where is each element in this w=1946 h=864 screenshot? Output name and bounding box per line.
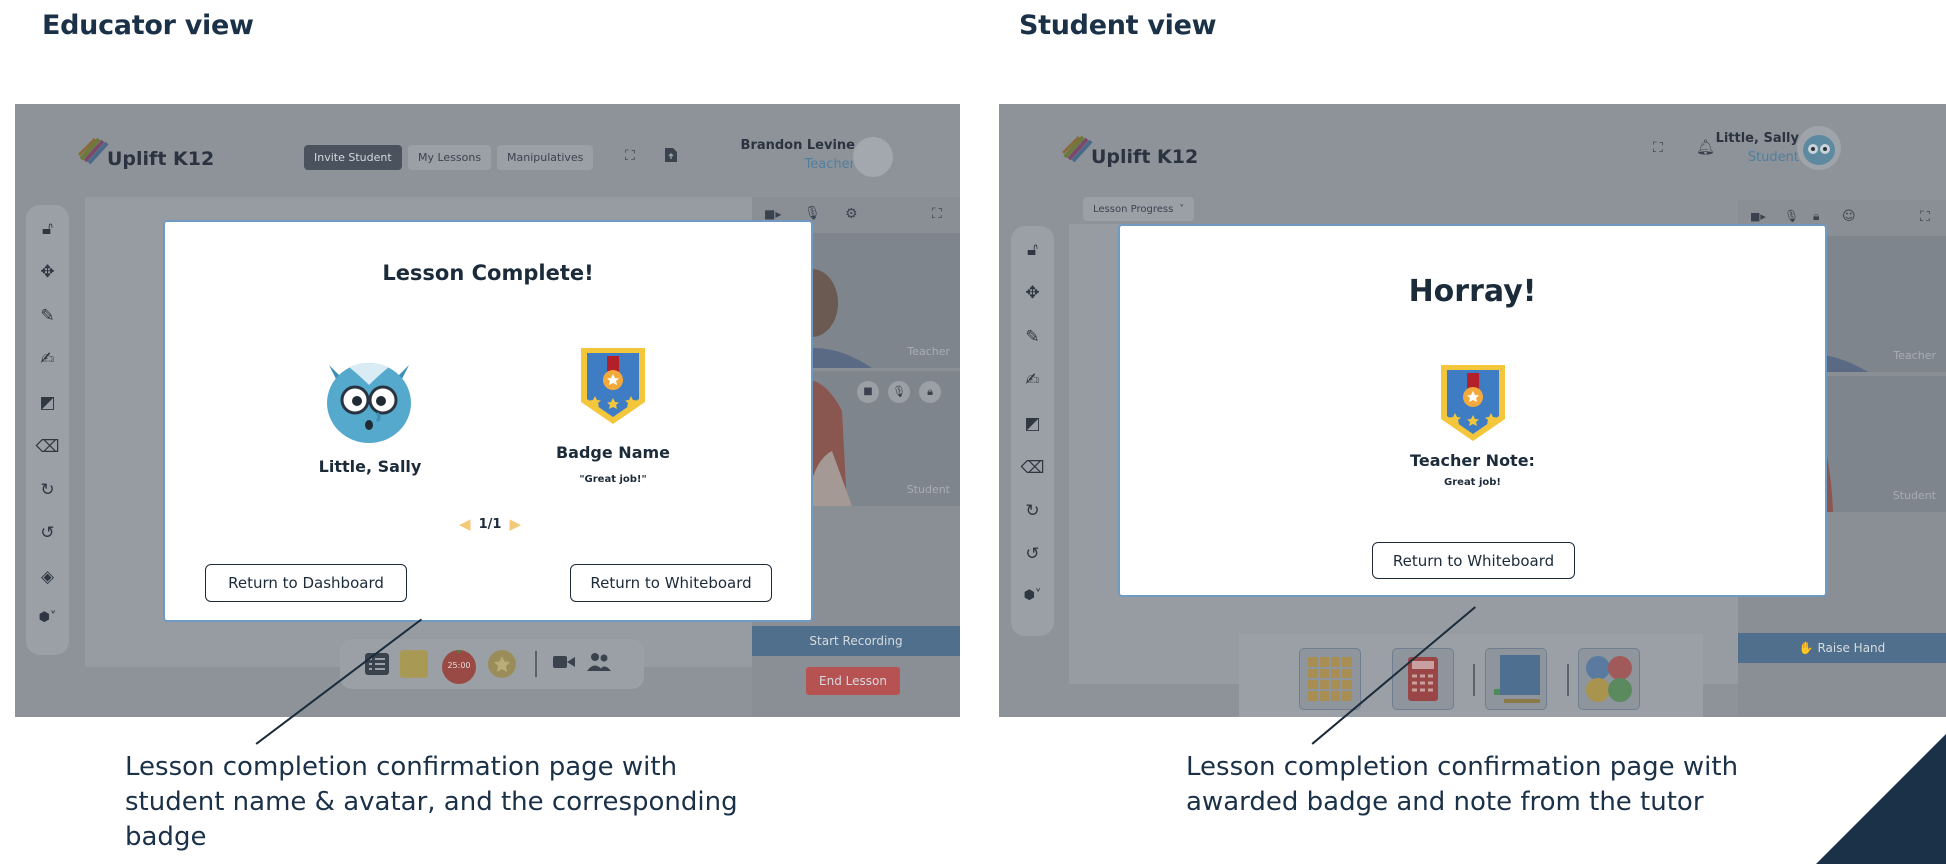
redo-icon[interactable]: ↻ bbox=[26, 480, 69, 500]
fullscreen-icon[interactable]: ⛶ bbox=[932, 206, 942, 222]
redo-icon[interactable]: ↻ bbox=[1011, 501, 1054, 521]
modal-title: Horray! bbox=[1408, 274, 1537, 309]
invite-student-button[interactable]: Invite Student bbox=[304, 145, 402, 170]
user-role: Teacher bbox=[804, 157, 855, 172]
eraser-icon[interactable]: ⌫ bbox=[1011, 458, 1054, 478]
settings-icon[interactable]: ⚙ bbox=[845, 206, 858, 222]
teacher-video-label: Teacher bbox=[1893, 349, 1936, 362]
next-arrow-icon[interactable]: ▶ bbox=[509, 515, 521, 533]
drawing-toolbar: 🔓︎ ✥ ✎ ✍︎ ◩ ⌫ ↻ ↺ ◈ ⬢˅ bbox=[26, 205, 69, 655]
undo-icon[interactable]: ↺ bbox=[26, 523, 69, 543]
sticky-note-icon[interactable] bbox=[400, 650, 428, 678]
user-role: Student bbox=[1747, 150, 1799, 165]
badge-icon[interactable] bbox=[487, 649, 517, 683]
lock-icon[interactable]: 🔓︎ bbox=[1011, 240, 1054, 260]
raise-hand-button[interactable]: ✋ Raise Hand bbox=[1738, 633, 1946, 663]
teacher-video-label: Teacher bbox=[907, 345, 950, 358]
move-icon[interactable]: ✥ bbox=[1011, 283, 1054, 303]
my-lessons-button[interactable]: My Lessons bbox=[408, 145, 492, 170]
shapes-icon[interactable]: ⬢˅ bbox=[26, 610, 69, 625]
timer-text: 25:00 bbox=[447, 661, 471, 670]
sticky-note-icon[interactable]: ◩ bbox=[1011, 414, 1054, 434]
educator-caption: Lesson completion confirmation page with… bbox=[125, 752, 738, 852]
start-recording-button[interactable]: Start Recording bbox=[752, 626, 960, 656]
student-name: Little, Sally bbox=[318, 457, 422, 476]
grid-manipulative-icon[interactable] bbox=[1299, 648, 1361, 710]
logo-text: Uplift K12 bbox=[107, 148, 215, 170]
microphone-icon[interactable]: 🎙︎ bbox=[804, 206, 821, 221]
lock-icon[interactable]: 🔒︎ bbox=[919, 381, 941, 403]
teacher-note-label: Teacher Note: bbox=[1410, 451, 1535, 470]
return-to-whiteboard-button[interactable]: Return to Whiteboard bbox=[1372, 542, 1575, 579]
sticky-note-icon[interactable]: ◩ bbox=[26, 393, 69, 413]
logo-text: Uplift K12 bbox=[1091, 146, 1199, 168]
badge-note: "Great job!" bbox=[579, 474, 647, 485]
badge-name: Badge Name bbox=[555, 443, 671, 462]
pager: ◀ 1/1 ▶ bbox=[459, 514, 521, 534]
logo-icon bbox=[77, 135, 111, 169]
previous-arrow-icon[interactable]: ◀ bbox=[459, 515, 471, 533]
people-icon[interactable] bbox=[587, 652, 611, 676]
lesson-progress-label: Lesson Progress bbox=[1093, 203, 1174, 215]
modal-title: Lesson Complete! bbox=[382, 261, 594, 285]
return-to-dashboard-button[interactable]: Return to Dashboard bbox=[205, 564, 407, 602]
fill-icon[interactable]: ◈ bbox=[26, 567, 69, 587]
dock-divider bbox=[535, 651, 537, 677]
logo: Uplift K12 bbox=[1061, 132, 1198, 168]
fullscreen-icon[interactable]: ⛶ bbox=[625, 148, 635, 164]
return-to-whiteboard-button[interactable]: Return to Whiteboard bbox=[570, 564, 772, 602]
manipulatives-dock bbox=[1239, 634, 1703, 717]
microphone-icon[interactable]: 🎙︎ bbox=[888, 381, 910, 403]
video-icon[interactable] bbox=[553, 654, 575, 674]
dock-divider bbox=[1567, 664, 1569, 696]
hundred-grid-icon[interactable] bbox=[1485, 648, 1547, 710]
lesson-progress-dropdown[interactable]: Lesson Progress ˅ bbox=[1083, 197, 1195, 221]
dock-divider bbox=[1473, 664, 1475, 696]
move-icon[interactable]: ✥ bbox=[26, 262, 69, 282]
camera-icon[interactable]: ■▸ bbox=[764, 207, 781, 221]
teacher-note-text: Great job! bbox=[1444, 477, 1501, 488]
calculator-icon[interactable] bbox=[1392, 648, 1454, 710]
user-name: Little, Sally bbox=[1715, 131, 1799, 146]
student-caption: Lesson completion confirmation page with… bbox=[1186, 752, 1739, 817]
checklist-icon[interactable] bbox=[364, 651, 390, 681]
camera-icon[interactable]: ■ bbox=[857, 381, 879, 403]
pen-icon[interactable]: ✎ bbox=[26, 306, 69, 326]
decorative-corner bbox=[1816, 734, 1946, 864]
camera-icon[interactable]: ■▸ bbox=[1750, 210, 1766, 223]
educator-section-title: Educator view bbox=[42, 10, 254, 41]
signature-icon[interactable]: ✍︎ bbox=[1011, 370, 1054, 390]
pen-icon[interactable]: ✎ bbox=[1011, 327, 1054, 347]
avatar[interactable] bbox=[853, 137, 893, 177]
logo: Uplift K12 bbox=[77, 134, 214, 170]
user-name: Brandon Levine bbox=[740, 138, 855, 153]
eraser-icon[interactable]: ⌫ bbox=[26, 437, 69, 457]
badge-icon bbox=[1437, 361, 1509, 447]
lesson-complete-modal: Lesson Complete! Little, Sally Badge Nam… bbox=[163, 220, 813, 622]
student-video-label: Student bbox=[1892, 489, 1936, 502]
student-video-label: Student bbox=[906, 483, 950, 496]
pager-count: 1/1 bbox=[478, 516, 502, 532]
horray-modal: Horray! Teacher Note: Great job! Return … bbox=[1118, 224, 1827, 597]
end-lesson-button[interactable]: End Lesson bbox=[806, 667, 900, 695]
logo-icon bbox=[1061, 133, 1095, 167]
shapes-icon[interactable]: ⬢˅ bbox=[1011, 588, 1054, 603]
student-avatar bbox=[319, 355, 419, 449]
undo-icon[interactable]: ↺ bbox=[1011, 544, 1054, 564]
timer-icon[interactable]: 25:00 bbox=[439, 646, 479, 688]
chevron-down-icon: ˅ bbox=[1179, 203, 1185, 215]
counters-icon[interactable] bbox=[1578, 648, 1640, 710]
student-section-title: Student view bbox=[1019, 10, 1217, 41]
signature-icon[interactable]: ✍︎ bbox=[26, 349, 69, 369]
drawing-toolbar: 🔓︎ ✥ ✎ ✍︎ ◩ ⌫ ↻ ↺ ⬢˅ bbox=[1011, 226, 1054, 636]
manipulatives-button[interactable]: Manipulatives bbox=[497, 145, 594, 170]
fullscreen-icon[interactable]: ⛶ bbox=[1920, 209, 1930, 225]
emoji-icon[interactable]: ☺ bbox=[1842, 209, 1856, 224]
microphone-icon[interactable]: 🎙︎ bbox=[1784, 209, 1799, 223]
badge-icon bbox=[577, 344, 649, 430]
lock-icon[interactable]: 🔒︎ bbox=[1813, 209, 1819, 224]
lock-icon[interactable]: 🔓︎ bbox=[26, 219, 69, 239]
avatar[interactable] bbox=[1796, 125, 1842, 175]
